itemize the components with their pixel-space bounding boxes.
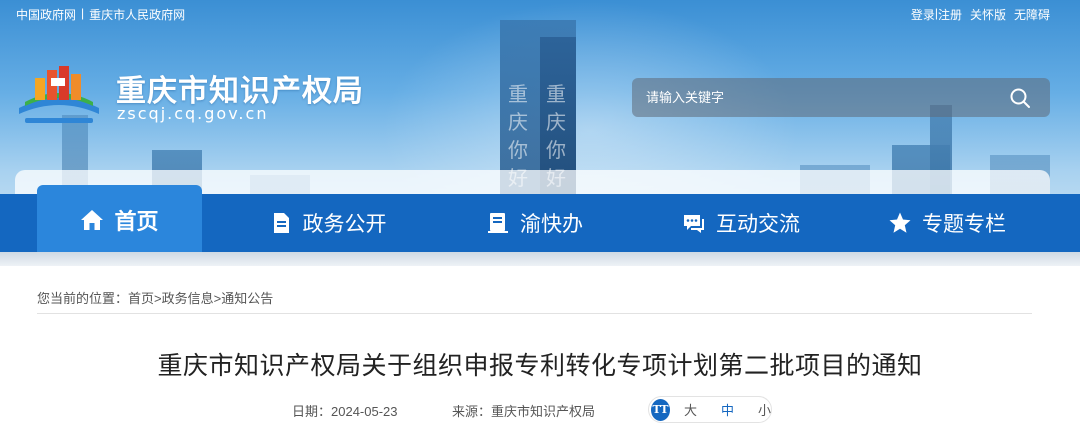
nav-label: 首页	[114, 208, 159, 234]
breadcrumb: 您当前的位置：首页>政务信息>通知公告	[37, 288, 273, 307]
nav-item-special-topics[interactable]: 专题专栏	[882, 194, 1012, 252]
book-icon	[488, 213, 508, 233]
article-source: 来源：重庆市知识产权局	[452, 401, 595, 420]
accessibility-link[interactable]: 无障碍	[1014, 6, 1050, 23]
topbar-right-links: 登录 | 注册 关怀版 无障碍	[911, 6, 1050, 23]
register-link[interactable]: 注册	[938, 6, 962, 23]
nav-item-home[interactable]: 首页	[37, 185, 202, 254]
nav-item-yukuaiban[interactable]: 渝快办	[482, 194, 587, 252]
font-size-small[interactable]: 小	[758, 400, 771, 419]
site-logo[interactable]	[15, 58, 103, 128]
breadcrumb-home[interactable]: 首页	[128, 291, 154, 306]
login-link[interactable]: 登录	[911, 6, 935, 23]
date-label: 日期：	[292, 404, 332, 419]
star-icon	[889, 212, 911, 233]
breadcrumb-government-info[interactable]: 政务信息	[162, 291, 214, 306]
chat-icon	[684, 215, 704, 233]
main-nav: 首页 政务公开 渝快办 互动交流 专题专栏	[0, 185, 1080, 254]
topbar-separator: |	[81, 6, 85, 20]
source-value: 重庆市知识产权局	[491, 404, 596, 419]
nav-label: 专题专栏	[922, 213, 1006, 236]
breadcrumb-prefix: 您当前的位置：	[37, 291, 129, 306]
link-china-gov[interactable]: 中国政府网	[16, 6, 76, 23]
nav-item-government-affairs[interactable]: 政务公开	[265, 194, 390, 252]
font-size-switcher: TT 大 中 小	[648, 396, 772, 423]
nav-label: 政务公开	[302, 213, 387, 236]
banner-bottom-strip	[0, 252, 1080, 266]
document-icon	[273, 213, 289, 233]
home-icon	[81, 209, 104, 230]
date-value: 2024-05-23	[331, 404, 398, 419]
article-title: 重庆市知识产权局关于组织申报专利转化专项计划第二批项目的通知	[157, 352, 923, 380]
top-utility-bar: 中国政府网 | 重庆市人民政府网 登录 | 注册 关怀版 无障碍	[0, 6, 1080, 24]
search-input[interactable]	[632, 78, 992, 117]
font-size-large[interactable]: 大	[684, 400, 697, 419]
breadcrumb-separator: >	[154, 291, 162, 306]
font-size-icon: TT	[651, 398, 670, 421]
care-mode-link[interactable]: 关怀版	[970, 6, 1006, 23]
font-size-medium[interactable]: 中	[721, 400, 734, 419]
nav-label: 渝快办	[520, 213, 583, 236]
breadcrumb-notices[interactable]: 通知公告	[221, 291, 273, 306]
site-domain: zscqj.cq.gov.cn	[117, 104, 269, 123]
search-icon[interactable]	[1008, 86, 1032, 110]
nav-item-interaction[interactable]: 互动交流	[677, 194, 805, 252]
publish-date: 日期：2024-05-23	[292, 401, 398, 420]
source-label: 来源：	[452, 404, 492, 419]
search-box	[632, 78, 1050, 117]
link-chongqing-gov[interactable]: 重庆市人民政府网	[89, 6, 185, 23]
divider	[37, 313, 1032, 314]
nav-label: 互动交流	[716, 213, 800, 236]
topbar-left-links: 中国政府网 | 重庆市人民政府网	[16, 6, 185, 23]
